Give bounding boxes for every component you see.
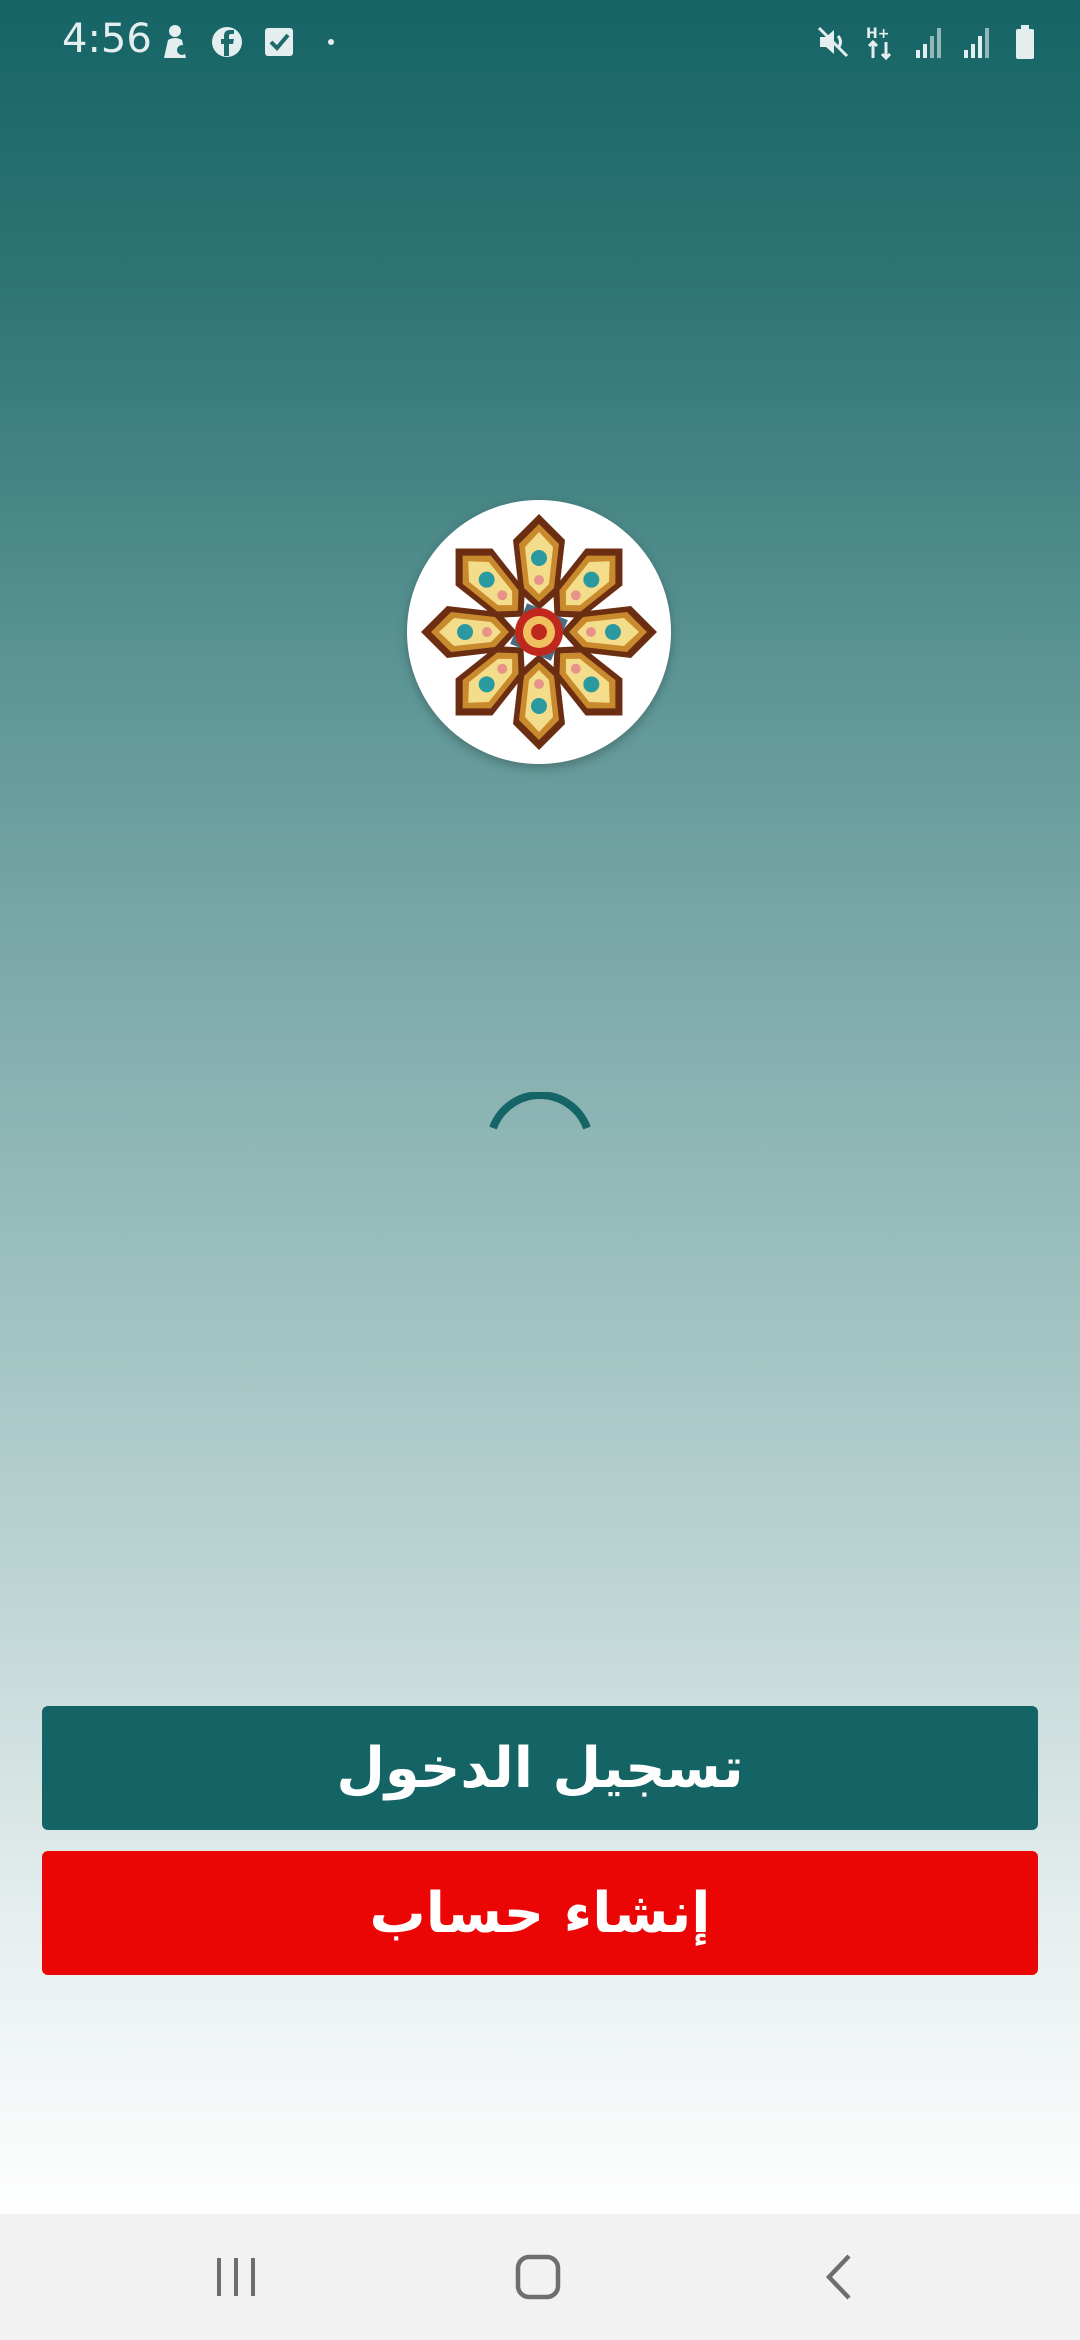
back-icon <box>825 2254 851 2300</box>
signal-icon <box>964 28 989 58</box>
person-notification-icon <box>164 25 187 58</box>
create-account-button[interactable]: إنشاء حساب <box>42 1851 1038 1975</box>
recents-icon <box>217 2258 255 2296</box>
status-right-icons: H+ <box>816 22 1042 62</box>
status-time: 4:56 <box>62 16 152 62</box>
status-left-icons <box>158 22 348 62</box>
login-button[interactable]: تسجيل الدخول <box>42 1706 1038 1830</box>
hplus-data-icon: H+ <box>866 26 892 61</box>
home-button[interactable] <box>503 2242 573 2312</box>
arabesque-star-icon <box>421 514 657 750</box>
facebook-icon <box>212 27 242 57</box>
home-icon <box>515 2254 561 2300</box>
svg-text:H+: H+ <box>866 26 889 42</box>
checkbox-notification-icon <box>265 28 293 56</box>
app-screen: 4:56 H+ تسجيل الدخول إنشاء حساب <box>0 0 1080 2340</box>
mute-icon <box>817 26 849 58</box>
status-bar: 4:56 H+ <box>0 0 1080 84</box>
recents-button[interactable] <box>201 2242 271 2312</box>
signal-icon <box>916 28 941 58</box>
navigation-bar <box>0 2214 1080 2340</box>
back-button[interactable] <box>805 2242 875 2312</box>
battery-icon <box>1016 25 1034 59</box>
spinner-icon <box>489 1092 591 1130</box>
arabesque-star-logo <box>407 500 671 764</box>
dot-icon <box>328 39 334 45</box>
